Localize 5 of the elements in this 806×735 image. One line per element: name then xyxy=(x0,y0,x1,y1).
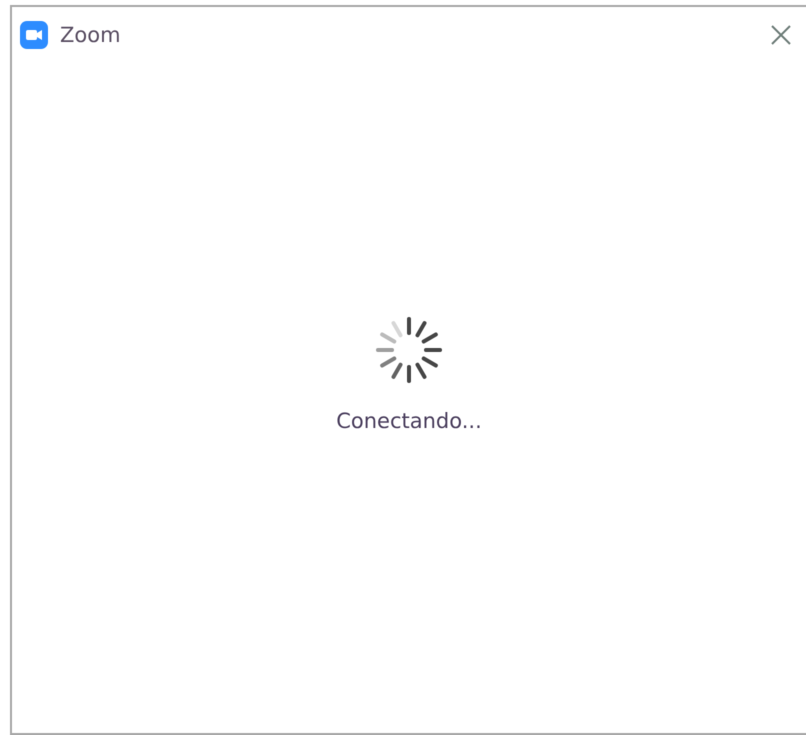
close-icon xyxy=(770,24,792,46)
loading-spinner-icon xyxy=(374,315,444,385)
window-title: Zoom xyxy=(60,23,122,47)
camera-app-icon xyxy=(20,21,48,49)
status-message: Conectando... xyxy=(336,409,482,433)
